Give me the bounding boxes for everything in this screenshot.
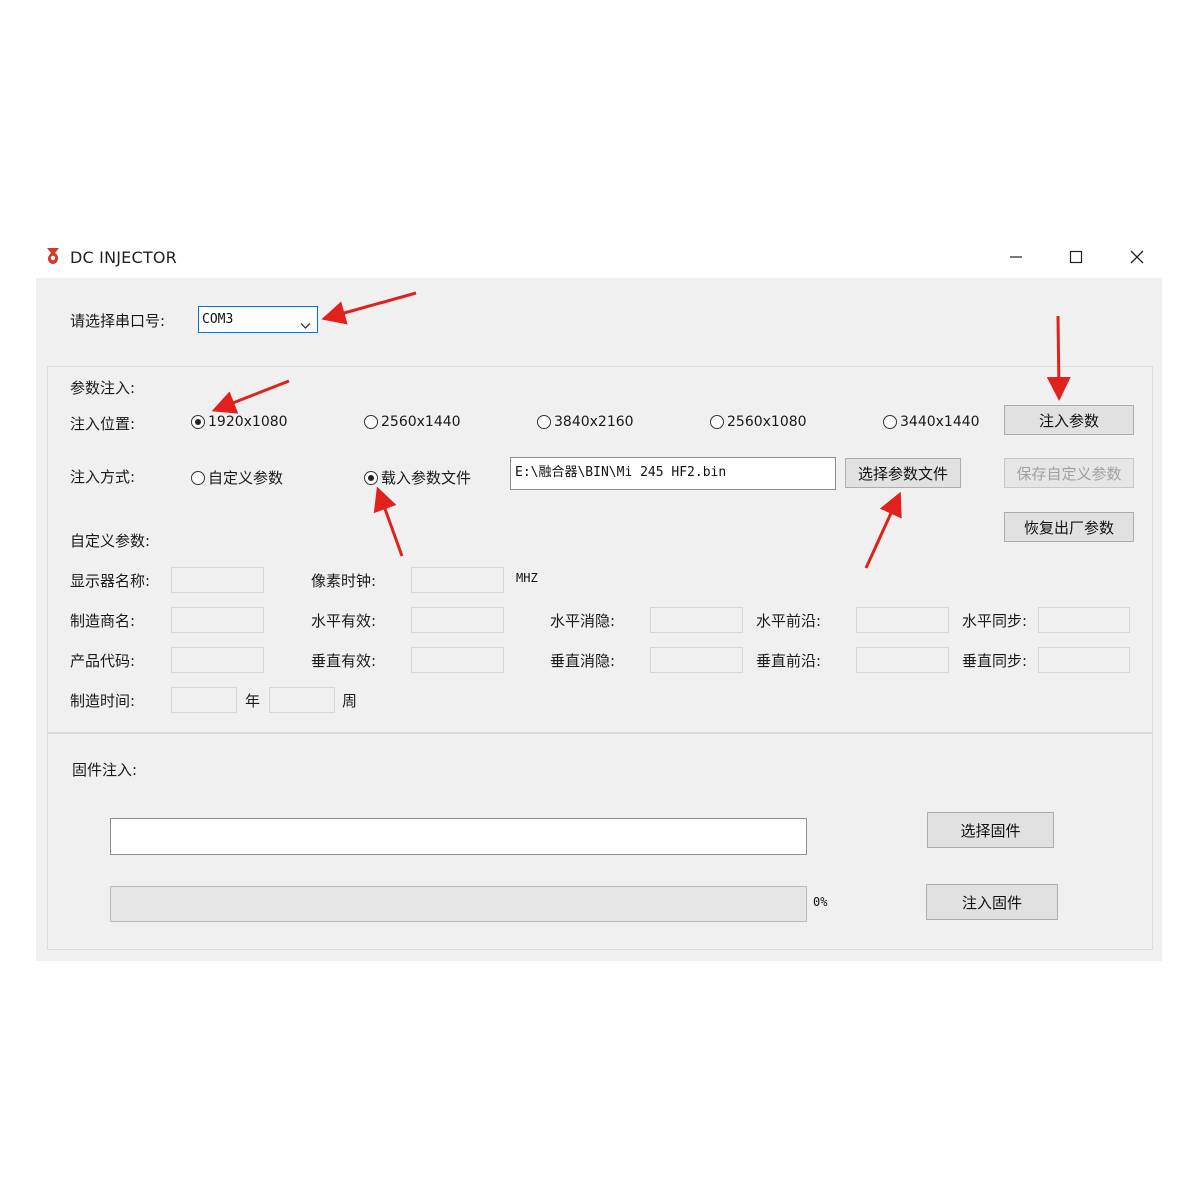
arrow-to-select-param-file (864, 491, 902, 569)
arrow-to-port-select (321, 291, 417, 325)
arrow-to-1920x1080 (211, 379, 290, 414)
arrow-to-load-param-file (373, 486, 404, 557)
arrow-to-inject-params (1046, 315, 1071, 401)
annotation-arrows (211, 291, 1071, 569)
